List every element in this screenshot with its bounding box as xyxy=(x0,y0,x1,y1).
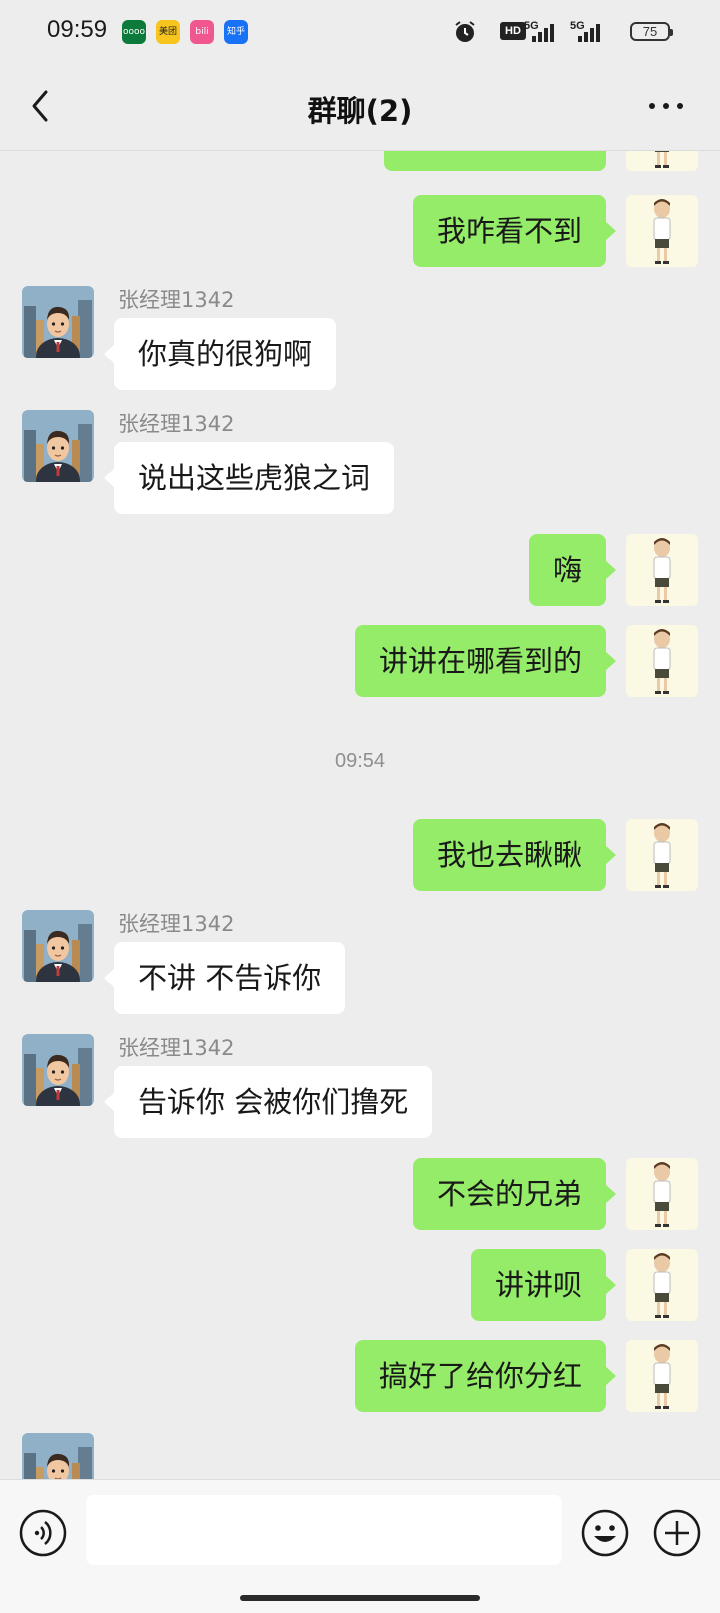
manager-avatar-icon xyxy=(22,910,94,982)
message-bubble[interactable]: 在哪能看到啊 xyxy=(383,151,606,171)
manager-avatar-icon xyxy=(22,410,94,482)
status-bar: 09:59 oooo 美团 bili 知乎 HD 5G 5G 75 xyxy=(0,0,720,64)
my-avatar[interactable] xyxy=(626,151,698,171)
chat-header: 群聊(2) xyxy=(0,64,720,151)
message-bubble[interactable]: 你真的很狗啊 xyxy=(103,318,337,390)
zhihu-icon: 知乎 xyxy=(224,20,248,44)
bilibili-icon: bili xyxy=(190,20,214,44)
voice-icon[interactable] xyxy=(18,1508,68,1558)
app-green-icon: oooo xyxy=(122,20,146,44)
message-bubble[interactable]: 我也去瞅瞅 xyxy=(412,819,617,891)
manager-avatar-icon xyxy=(22,286,94,358)
message-bubble[interactable]: 告诉你 会被你们撸死 xyxy=(103,1066,433,1138)
signal-bars-icon xyxy=(532,24,554,42)
person-avatar-icon xyxy=(626,534,698,606)
sender-name: 张经理1342 xyxy=(118,1036,235,1060)
my-avatar[interactable] xyxy=(626,819,698,891)
my-avatar[interactable] xyxy=(626,195,698,267)
signal-bars-icon-2 xyxy=(578,24,600,42)
home-indicator[interactable] xyxy=(240,1595,480,1601)
sender-name: 张经理1342 xyxy=(118,412,235,436)
my-avatar[interactable] xyxy=(626,534,698,606)
plus-icon[interactable] xyxy=(652,1508,702,1558)
meituan-icon: 美团 xyxy=(156,20,180,44)
status-time: 09:59 xyxy=(47,16,108,43)
person-avatar-icon xyxy=(626,819,698,891)
person-avatar-icon xyxy=(626,1158,698,1230)
message-bubble[interactable]: 讲讲呗 xyxy=(470,1249,617,1321)
sender-avatar[interactable] xyxy=(22,1433,94,1479)
sender-avatar[interactable] xyxy=(22,910,94,982)
message-bubble[interactable]: 不讲 不告诉你 xyxy=(103,942,346,1014)
person-avatar-icon xyxy=(626,625,698,697)
sender-name: 张经理1342 xyxy=(118,288,235,312)
manager-avatar-icon xyxy=(22,1433,94,1479)
emoji-icon[interactable] xyxy=(580,1508,630,1558)
input-bar xyxy=(0,1479,720,1613)
person-avatar-icon xyxy=(626,1249,698,1321)
message-bubble[interactable]: 不会的兄弟 xyxy=(412,1158,617,1230)
timestamp: 09:54 xyxy=(334,750,386,772)
sender-avatar[interactable] xyxy=(22,1034,94,1106)
message-bubble[interactable]: 讲讲在哪看到的 xyxy=(354,625,617,697)
message-bubble[interactable]: 搞好了给你分红 xyxy=(354,1340,617,1412)
person-avatar-icon xyxy=(626,195,698,267)
manager-avatar-icon xyxy=(22,1034,94,1106)
battery-indicator: 75 xyxy=(630,22,673,41)
sender-avatar[interactable] xyxy=(22,286,94,358)
hd-badge: HD xyxy=(500,22,526,40)
chat-title: 群聊(2) xyxy=(307,94,413,128)
sender-avatar[interactable] xyxy=(22,410,94,482)
my-avatar[interactable] xyxy=(626,625,698,697)
alarm-icon xyxy=(455,21,475,42)
my-avatar[interactable] xyxy=(626,1249,698,1321)
my-avatar[interactable] xyxy=(626,1340,698,1412)
message-input[interactable] xyxy=(86,1495,562,1565)
message-bubble[interactable]: 我咋看不到 xyxy=(412,195,617,267)
message-list[interactable]: 在哪能看到啊 我咋看不到 张经理1342 你真的很狗啊 张经理1342 说出这些… xyxy=(0,151,720,1479)
message-bubble[interactable]: 嗨 xyxy=(528,534,617,606)
my-avatar[interactable] xyxy=(626,1158,698,1230)
more-horizontal-icon[interactable] xyxy=(646,88,686,124)
message-bubble[interactable]: 说出这些虎狼之词 xyxy=(103,442,395,514)
person-avatar-icon xyxy=(626,151,698,171)
sender-name: 张经理1342 xyxy=(118,912,235,936)
person-avatar-icon xyxy=(626,1340,698,1412)
